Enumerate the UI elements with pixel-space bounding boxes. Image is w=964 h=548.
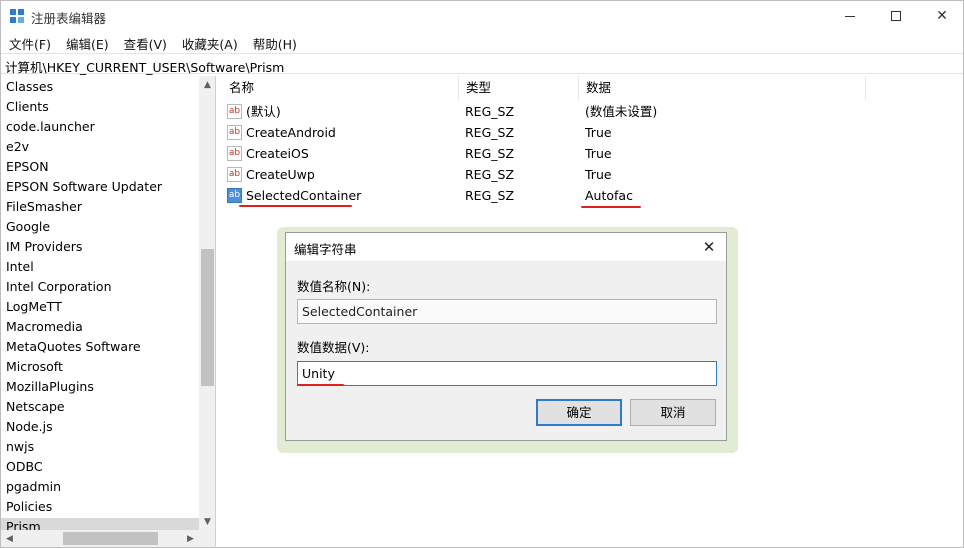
- address-bar[interactable]: 计算机\HKEY_CURRENT_USER\Software\Prism: [1, 53, 963, 75]
- value-name: (默认): [246, 104, 281, 119]
- value-data: (数值未设置): [585, 104, 658, 119]
- minimize-icon: [845, 15, 855, 17]
- value-name: CreateUwp: [246, 167, 315, 182]
- title-bar: 注册表编辑器 ✕: [1, 1, 963, 31]
- tree-item[interactable]: LogMeTT: [1, 298, 199, 318]
- tree-item[interactable]: Classes: [1, 78, 199, 98]
- value-type: REG_SZ: [465, 167, 515, 182]
- tree-item[interactable]: Macromedia: [1, 318, 199, 338]
- menu-help[interactable]: 帮助(H): [245, 31, 304, 52]
- scroll-thumb[interactable]: [201, 249, 214, 386]
- value-data-label: 数值数据(V):: [297, 340, 370, 355]
- maximize-icon: [891, 11, 901, 21]
- tree-item[interactable]: e2v: [1, 138, 199, 158]
- value-type: REG_SZ: [465, 125, 515, 140]
- value-name: SelectedContainer: [246, 188, 362, 203]
- scroll-right-icon[interactable]: ▶: [182, 530, 199, 547]
- tree-item[interactable]: code.launcher: [1, 118, 199, 138]
- menu-file[interactable]: 文件(F): [1, 31, 58, 52]
- maximize-button[interactable]: [873, 1, 919, 31]
- value-name: CreateiOS: [246, 146, 309, 161]
- scroll-down-icon[interactable]: ▼: [199, 513, 215, 530]
- value-row[interactable]: ab (默认) REG_SZ (数值未设置): [222, 101, 963, 122]
- tree-item[interactable]: Intel Corporation: [1, 278, 199, 298]
- ok-button[interactable]: 确定: [536, 399, 622, 426]
- string-value-icon: ab: [227, 125, 242, 140]
- tree-item[interactable]: Policies: [1, 498, 199, 518]
- value-row[interactable]: ab CreateUwp REG_SZ True: [222, 164, 963, 185]
- edit-string-dialog: 编辑字符串 ✕ 数值名称(N): SelectedContainer 数值数据(…: [285, 232, 727, 441]
- string-value-icon: ab: [227, 146, 242, 161]
- tree-item[interactable]: FileSmasher: [1, 198, 199, 218]
- scroll-up-icon[interactable]: ▲: [199, 76, 215, 93]
- dialog-close-icon[interactable]: ✕: [697, 236, 721, 258]
- menu-edit[interactable]: 编辑(E): [58, 31, 116, 52]
- dialog-title-bar: 编辑字符串 ✕: [286, 233, 726, 261]
- column-header-type[interactable]: 类型: [459, 76, 579, 100]
- value-row-selected-container[interactable]: ab SelectedContainer REG_SZ Autofac: [222, 185, 963, 206]
- key-tree-pane: Classes Clients code.launcher e2v EPSON …: [1, 76, 216, 548]
- registry-editor-window: 注册表编辑器 ✕ 文件(F) 编辑(E) 查看(V) 收藏夹(A) 帮助(H) …: [0, 0, 964, 548]
- value-data: True: [585, 125, 612, 140]
- tree-item[interactable]: EPSON: [1, 158, 199, 178]
- tree-item[interactable]: MetaQuotes Software: [1, 338, 199, 358]
- tree-item[interactable]: nwjs: [1, 438, 199, 458]
- tree-item[interactable]: Clients: [1, 98, 199, 118]
- close-icon: ✕: [936, 8, 948, 24]
- cancel-button[interactable]: 取消: [630, 399, 716, 426]
- string-value-icon: ab: [227, 188, 242, 203]
- scrollbar-corner: [199, 530, 215, 547]
- tree-item[interactable]: EPSON Software Updater: [1, 178, 199, 198]
- key-tree-list: Classes Clients code.launcher e2v EPSON …: [1, 78, 199, 538]
- column-header-name[interactable]: 名称: [222, 76, 459, 100]
- annotation-underline: [239, 205, 352, 207]
- menu-bar: 文件(F) 编辑(E) 查看(V) 收藏夹(A) 帮助(H): [1, 31, 963, 52]
- scroll-left-icon[interactable]: ◀: [1, 530, 18, 547]
- value-type: REG_SZ: [465, 104, 515, 119]
- value-data: True: [585, 167, 612, 182]
- menu-view[interactable]: 查看(V): [116, 31, 174, 52]
- tree-item[interactable]: ODBC: [1, 458, 199, 478]
- string-value-icon: ab: [227, 104, 242, 119]
- tree-item[interactable]: pgadmin: [1, 478, 199, 498]
- minimize-button[interactable]: [827, 1, 873, 31]
- tree-item[interactable]: Node.js: [1, 418, 199, 438]
- value-data-field[interactable]: Unity: [297, 361, 717, 386]
- value-row[interactable]: ab CreateAndroid REG_SZ True: [222, 122, 963, 143]
- tree-item[interactable]: IM Providers: [1, 238, 199, 258]
- close-button[interactable]: ✕: [919, 1, 964, 31]
- menu-favorites[interactable]: 收藏夹(A): [174, 31, 245, 52]
- value-data: True: [585, 146, 612, 161]
- tree-item[interactable]: Google: [1, 218, 199, 238]
- value-name-field[interactable]: SelectedContainer: [297, 299, 717, 324]
- string-value-icon: ab: [227, 167, 242, 182]
- dialog-title: 编辑字符串: [294, 242, 357, 257]
- value-row[interactable]: ab CreateiOS REG_SZ True: [222, 143, 963, 164]
- tree-item[interactable]: Netscape: [1, 398, 199, 418]
- registry-app-icon: [10, 9, 25, 24]
- annotation-underline: [581, 206, 641, 208]
- column-header-data[interactable]: 数据: [579, 76, 866, 100]
- tree-vertical-scrollbar[interactable]: ▲ ▼: [199, 76, 215, 530]
- value-name-label: 数值名称(N):: [297, 279, 371, 294]
- scroll-thumb[interactable]: [63, 532, 158, 545]
- values-list: ab (默认) REG_SZ (数值未设置) ab CreateAndroid RE…: [222, 101, 963, 206]
- tree-item[interactable]: Microsoft: [1, 358, 199, 378]
- tree-horizontal-scrollbar[interactable]: ◀ ▶: [1, 530, 199, 547]
- tree-item[interactable]: MozillaPlugins: [1, 378, 199, 398]
- annotation-underline: [297, 384, 344, 386]
- value-name: CreateAndroid: [246, 125, 336, 140]
- value-type: REG_SZ: [465, 146, 515, 161]
- window-title: 注册表编辑器: [31, 11, 107, 26]
- tree-item[interactable]: Intel: [1, 258, 199, 278]
- value-type: REG_SZ: [465, 188, 515, 203]
- value-data: Autofac: [585, 188, 633, 203]
